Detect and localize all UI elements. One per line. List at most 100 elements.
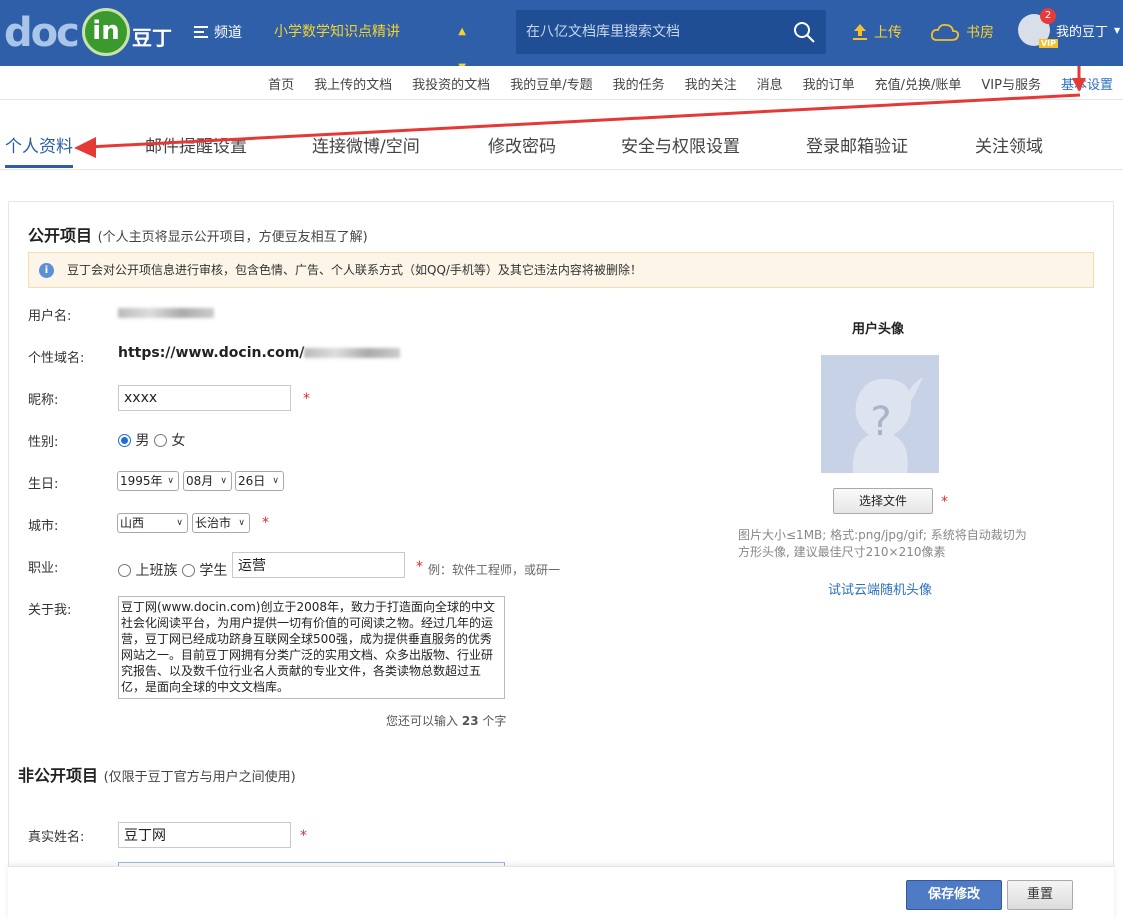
birthday-label: 生日:	[28, 477, 59, 492]
tab-change-password[interactable]: 修改密码	[488, 132, 556, 157]
realname-label: 真实姓名:	[28, 830, 85, 845]
job-student-label: 学生	[199, 563, 228, 579]
gender-label: 性别:	[28, 435, 59, 450]
city-label: 城市:	[28, 519, 59, 534]
char-remaining: 您还可以输入 23 个字	[386, 712, 506, 729]
city-value: 长治市	[195, 516, 232, 530]
hamburger-icon	[194, 26, 208, 38]
job-label: 职业:	[28, 561, 59, 576]
subnav-item[interactable]: 我上传的文档	[314, 74, 392, 93]
remain-suffix: 个字	[482, 714, 507, 728]
tab-security[interactable]: 安全与权限设置	[621, 132, 740, 157]
channel-label: 小学数学知识点精讲	[274, 24, 400, 40]
job-input[interactable]	[232, 552, 405, 578]
tab-profile[interactable]: 个人资料	[5, 132, 73, 157]
required-mark: *	[262, 515, 269, 531]
job-options: 上班族 学生	[118, 560, 227, 580]
birth-month-value: 08月	[186, 474, 214, 488]
gender-female-label: 女	[171, 433, 186, 449]
gender-options: 男 女	[118, 430, 185, 450]
save-button[interactable]: 保存修改	[906, 880, 1002, 910]
upload-label: 上传	[874, 25, 902, 41]
birth-year-select[interactable]: 1995年 ∨	[117, 471, 179, 491]
birth-year-value: 1995年	[120, 474, 163, 488]
remain-count: 23	[461, 714, 479, 728]
chevron-down-icon: ∨	[176, 518, 183, 528]
required-mark: *	[941, 494, 948, 510]
gender-male-label: 男	[135, 433, 150, 449]
domain-url: https://www.docin.com/	[118, 345, 305, 361]
username-label: 用户名:	[28, 309, 72, 324]
active-tab-underline	[5, 165, 73, 168]
info-icon: i	[39, 263, 54, 278]
nickname-label: 昵称:	[28, 393, 59, 408]
subnav-item[interactable]: 首页	[268, 74, 294, 93]
public-section-title: 公开项目	[28, 226, 93, 245]
redacted-domain	[304, 348, 401, 358]
birth-month-select[interactable]: 08月 ∨	[183, 471, 232, 491]
required-mark: *	[416, 559, 423, 575]
about-textarea[interactable]: 豆丁网(www.docin.com)创立于2008年，致力于打造面向全球的中文社…	[118, 596, 505, 699]
birth-day-value: 26日	[238, 474, 266, 488]
logo-in-badge: in	[82, 8, 130, 56]
upload-button[interactable]: 上传	[850, 22, 902, 42]
avatar-title: 用户头像	[852, 322, 905, 337]
notice-text: 豆丁会对公开项信息进行审核，包含色情、广告、个人联系方式（如QQ/手机等）及其它…	[67, 263, 642, 277]
bookshelf-button[interactable]: 书房	[930, 22, 994, 42]
subnav-item[interactable]: 我的订单	[803, 74, 855, 93]
redacted-username	[118, 308, 214, 318]
search-icon[interactable]	[792, 20, 816, 44]
private-section-subtitle: (仅限于豆丁官方与用户之间使用)	[103, 770, 296, 785]
job-office-radio[interactable]	[118, 564, 131, 577]
bookshelf-label: 书房	[966, 25, 994, 41]
realname-input[interactable]	[118, 822, 291, 848]
domain-value: https://www.docin.com/	[118, 345, 401, 361]
settings-tabs: 个人资料 邮件提醒设置 连接微博/空间 修改密码 安全与权限设置 登录邮箱验证 …	[0, 118, 1123, 170]
subnav-item[interactable]: 消息	[757, 74, 783, 93]
tab-email-reminder[interactable]: 邮件提醒设置	[145, 132, 247, 157]
remain-prefix: 您还可以输入	[386, 714, 459, 728]
username-value	[118, 305, 214, 321]
subnav-item[interactable]: VIP与服务	[981, 74, 1041, 93]
my-docin-label: 我的豆丁	[1056, 24, 1109, 40]
nickname-input[interactable]	[118, 385, 291, 411]
search-input[interactable]	[516, 10, 786, 54]
domain-label: 个性域名:	[28, 351, 85, 366]
default-avatar-image: ?	[821, 355, 939, 473]
subnav-item[interactable]: 充值/兑换/账单	[875, 74, 962, 93]
chevron-down-icon: ∨	[220, 476, 227, 486]
channel-menu-label: 频道	[214, 25, 242, 41]
tab-interests[interactable]: 关注领域	[975, 132, 1043, 157]
avatar: 2 VIP	[1018, 8, 1058, 48]
tab-email-verify[interactable]: 登录邮箱验证	[806, 132, 908, 157]
gender-female-radio[interactable]	[153, 434, 167, 447]
channel-menu-button[interactable]: 频道	[194, 22, 242, 42]
random-avatar-link[interactable]: 试试云端随机头像	[828, 579, 932, 598]
province-select[interactable]: 山西 ∨	[117, 513, 188, 533]
chevron-down-icon: ∨	[167, 476, 174, 486]
caret-down-icon: ▼	[1114, 25, 1121, 35]
private-section-heading: 非公开项目 (仅限于豆丁官方与用户之间使用)	[18, 762, 296, 786]
city-select[interactable]: 长治市 ∨	[192, 513, 250, 533]
subnav-item[interactable]: 我的关注	[685, 74, 737, 93]
tab-connect-weibo[interactable]: 连接微博/空间	[312, 132, 420, 157]
vip-badge: VIP	[1038, 39, 1058, 48]
about-label: 关于我:	[28, 603, 72, 618]
required-mark: *	[303, 391, 310, 407]
reset-button[interactable]: 重置	[1007, 880, 1073, 910]
subnav-item[interactable]: 我的任务	[613, 74, 665, 93]
my-docin-menu[interactable]: 2 VIP 我的豆丁 ▼	[1018, 8, 1121, 48]
job-student-radio[interactable]	[181, 564, 195, 577]
gender-male-radio[interactable]	[118, 434, 131, 447]
channel-dropdown[interactable]: 小学数学知识点精讲 ▲▼	[262, 14, 472, 73]
subnav-item[interactable]: 我投资的文档	[412, 74, 490, 93]
subnav-item[interactable]: 我的豆单/专题	[510, 74, 592, 93]
upload-icon	[853, 24, 867, 40]
choose-file-button[interactable]: 选择文件	[833, 488, 933, 514]
docin-logo[interactable]: doc in 豆丁	[4, 6, 174, 58]
job-office-label: 上班族	[135, 563, 178, 579]
public-section-subtitle: (个人主页将显示公开项目，方便豆友相互了解)	[97, 230, 368, 245]
required-mark: *	[300, 828, 307, 844]
subnav-item[interactable]: 基本设置	[1061, 74, 1113, 93]
birth-day-select[interactable]: 26日 ∨	[235, 471, 284, 491]
